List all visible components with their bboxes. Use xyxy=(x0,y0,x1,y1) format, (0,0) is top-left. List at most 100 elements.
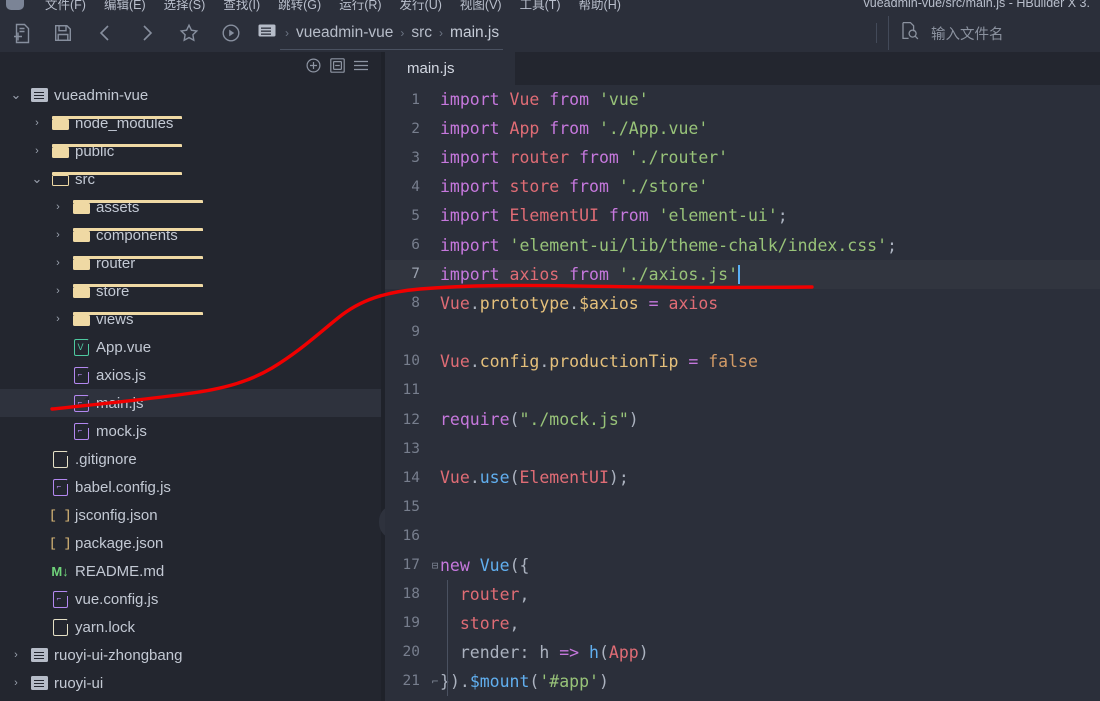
chevron-right-icon[interactable]: › xyxy=(6,649,26,661)
code-line[interactable]: 20 render: h => h(App) xyxy=(385,637,1100,667)
file-tree[interactable]: ⌄ vueadmin-vue › node_modules › public ⌄ src › as… xyxy=(0,78,381,701)
back-icon[interactable] xyxy=(84,16,126,50)
tree-item-main-js[interactable]: ⌐ main.js xyxy=(0,389,381,417)
tree-item-views[interactable]: › views xyxy=(0,305,381,333)
code-line[interactable]: 5 import ElementUI from 'element-ui'; xyxy=(385,201,1100,230)
tabstrip-filler xyxy=(515,52,1100,85)
tree-item-icon xyxy=(68,284,203,298)
chevron-right-icon[interactable]: › xyxy=(27,145,47,157)
save-icon[interactable] xyxy=(42,16,84,50)
code-line[interactable]: 3 import router from './router' xyxy=(385,143,1100,172)
tree-item-babel-config-js[interactable]: ⌐ babel.config.js xyxy=(0,473,381,501)
tree-item-icon: [ ] xyxy=(47,508,73,523)
tree-item-node-modules[interactable]: › node_modules xyxy=(0,109,381,137)
tree-item-router[interactable]: › router xyxy=(0,249,381,277)
chevron-right-icon[interactable]: › xyxy=(48,201,68,213)
add-circle-icon[interactable] xyxy=(301,54,325,76)
tree-item-axios-js[interactable]: ⌐ axios.js xyxy=(0,361,381,389)
new-file-icon[interactable] xyxy=(0,16,42,50)
chevron-right-icon[interactable]: › xyxy=(6,677,26,689)
tree-item-mock-js[interactable]: ⌐ mock.js xyxy=(0,417,381,445)
plain-file-icon xyxy=(52,618,68,636)
code-line[interactable]: 16 xyxy=(385,521,1100,550)
hamburger-menu-icon[interactable] xyxy=(349,54,373,76)
code-line[interactable]: 9 xyxy=(385,318,1100,347)
tree-item-ruoyi-ui[interactable]: › ruoyi-ui xyxy=(0,669,381,697)
code-line[interactable]: 8 Vue.prototype.$axios = axios xyxy=(385,289,1100,318)
code-line[interactable]: 11 xyxy=(385,376,1100,405)
chevron-down-icon[interactable]: ⌄ xyxy=(27,171,47,187)
chevron-right-icon[interactable]: › xyxy=(48,313,68,325)
tree-item-icon: ⌐ xyxy=(47,478,73,496)
menu-item-select[interactable]: 选择(S) xyxy=(155,0,215,13)
chevron-right-icon[interactable]: › xyxy=(48,257,68,269)
code-line[interactable]: 4 import store from './store' xyxy=(385,172,1100,201)
star-icon[interactable] xyxy=(168,16,210,50)
tree-item-ruoyi-ui-zhongbang[interactable]: › ruoyi-ui-zhongbang xyxy=(0,641,381,669)
chevron-down-icon[interactable]: ⌄ xyxy=(6,87,26,103)
menu-item-find[interactable]: 查找(I) xyxy=(214,0,269,13)
breadcrumb-item-project[interactable]: vueadmin-vue xyxy=(296,24,393,42)
code-line[interactable]: 10 Vue.config.productionTip = false xyxy=(385,347,1100,376)
tree-item-vueadmin-vue[interactable]: ⌄ vueadmin-vue xyxy=(0,81,381,109)
breadcrumb-separator-1: › xyxy=(285,26,289,40)
tree-item-icon xyxy=(26,648,52,662)
line-number: 1 xyxy=(411,91,420,108)
breadcrumb-item-file[interactable]: main.js xyxy=(450,24,499,42)
code-line[interactable]: 18 router, xyxy=(385,579,1100,609)
tree-item-src[interactable]: ⌄ src xyxy=(0,165,381,193)
code-line[interactable]: 1 import Vue from 'vue' xyxy=(385,85,1100,114)
menu-item-view[interactable]: 视图(V) xyxy=(451,0,511,13)
code-line[interactable]: 17 ⊟ new Vue({ xyxy=(385,551,1100,580)
file-search-box[interactable]: 输入文件名 xyxy=(888,16,1100,50)
chevron-right-icon[interactable]: › xyxy=(27,117,47,129)
tree-item-icon: ⌐ xyxy=(68,422,94,440)
tree-item-icon xyxy=(47,450,73,468)
code-text: require("./mock.js") xyxy=(440,410,639,430)
chevron-right-icon[interactable]: › xyxy=(48,229,68,241)
editor-tab-mainjs[interactable]: main.js xyxy=(385,52,515,85)
tree-item-label: axios.js xyxy=(96,366,147,384)
tree-item-assets[interactable]: › assets xyxy=(0,193,381,221)
tree-item[interactable]: › xyxy=(0,697,381,701)
code-line[interactable]: 14 Vue.use(ElementUI); xyxy=(385,463,1100,492)
collapse-panel-icon[interactable] xyxy=(325,54,349,76)
tree-item-icon xyxy=(68,200,203,214)
chevron-right-icon[interactable]: › xyxy=(48,285,68,297)
js-file-icon: ⌐ xyxy=(73,394,89,412)
code-line[interactable]: 7 import axios from './axios.js' xyxy=(385,259,1100,289)
menu-item-publish[interactable]: 发行(U) xyxy=(391,0,451,13)
forward-icon[interactable] xyxy=(126,16,168,50)
tree-item-package-json[interactable]: [ ] package.json xyxy=(0,529,381,557)
code-line[interactable]: 21 ⌐}).$mount('#app') xyxy=(385,666,1100,696)
breadcrumb-item-src[interactable]: src xyxy=(411,24,432,42)
run-icon[interactable] xyxy=(210,16,252,50)
code-fold-toggle[interactable]: ⊟ xyxy=(430,560,440,571)
tree-item-components[interactable]: › components xyxy=(0,221,381,249)
menu-item-goto[interactable]: 跳转(G) xyxy=(269,0,330,13)
code-line[interactable]: 6 import 'element-ui/lib/theme-chalk/inde… xyxy=(385,230,1100,259)
code-line[interactable]: 19 store, xyxy=(385,608,1100,638)
menu-item-help[interactable]: 帮助(H) xyxy=(570,0,630,13)
code-line[interactable]: 15 xyxy=(385,492,1100,521)
code-text: import ElementUI from 'element-ui'; xyxy=(440,206,788,226)
tree-item-public[interactable]: › public xyxy=(0,137,381,165)
tree-item-icon xyxy=(47,172,182,186)
code-fold-toggle[interactable]: ⌐ xyxy=(430,676,440,687)
code-line[interactable]: 13 xyxy=(385,434,1100,463)
code-line[interactable]: 12 require("./mock.js") xyxy=(385,405,1100,434)
tree-item-app-vue[interactable]: V App.vue xyxy=(0,333,381,361)
tree-item-gitignore[interactable]: .gitignore xyxy=(0,445,381,473)
menu-item-file[interactable]: 文件(F) xyxy=(36,0,95,13)
menu-item-run[interactable]: 运行(R) xyxy=(330,0,390,13)
editor-tabstrip: main.js xyxy=(385,52,1100,85)
code-line[interactable]: 2 import App from './App.vue' xyxy=(385,114,1100,143)
tree-item-jsconfig-json[interactable]: [ ] jsconfig.json xyxy=(0,501,381,529)
tree-item-vue-config-js[interactable]: ⌐ vue.config.js xyxy=(0,585,381,613)
tree-item-readme-md[interactable]: M↓ README.md xyxy=(0,557,381,585)
menu-item-edit[interactable]: 编辑(E) xyxy=(95,0,155,13)
tree-item-store[interactable]: › store xyxy=(0,277,381,305)
tree-item-yarn-lock[interactable]: yarn.lock xyxy=(0,613,381,641)
menu-item-tools[interactable]: 工具(T) xyxy=(511,0,570,13)
code-area[interactable]: 1 import Vue from 'vue' 2 import App from '… xyxy=(385,85,1100,701)
